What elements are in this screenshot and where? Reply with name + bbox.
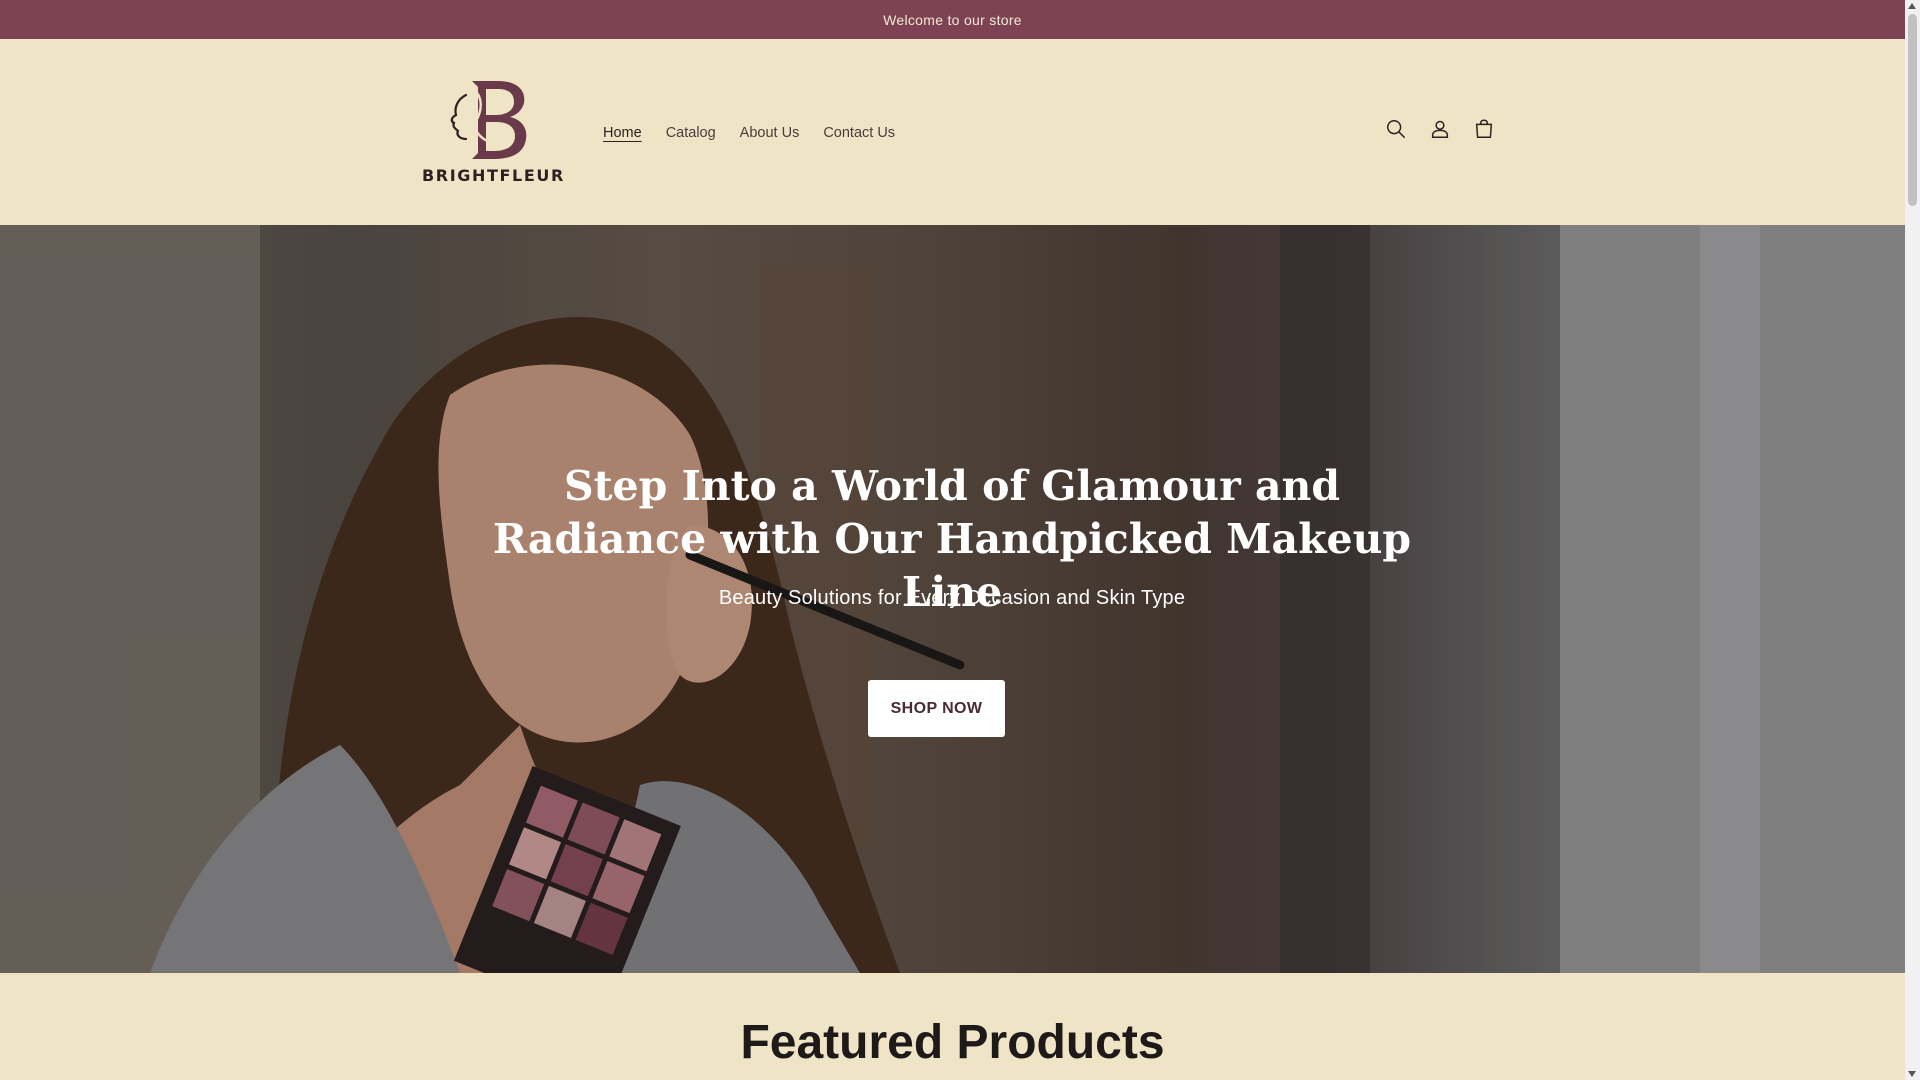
brand-logo[interactable]: BRIGHTFLEUR — [422, 77, 565, 185]
site-header: BRIGHTFLEUR Home Catalog About Us Contac… — [0, 39, 1905, 225]
nav-about-us[interactable]: About Us — [740, 125, 800, 141]
scroll-up-arrow-icon[interactable] — [1908, 3, 1916, 9]
featured-products-heading: Featured Products — [740, 1016, 1165, 1069]
announcement-bar: Welcome to our store — [0, 0, 1905, 39]
nav-home[interactable]: Home — [603, 125, 642, 141]
header-icons — [1380, 113, 1500, 145]
logo-mark-icon — [450, 81, 527, 159]
cart-icon — [1475, 119, 1493, 138]
nav-catalog[interactable]: Catalog — [666, 125, 716, 141]
page-scrollbar[interactable] — [1905, 0, 1920, 1080]
account-button[interactable] — [1424, 113, 1456, 145]
hero-banner: Step Into a World of Glamour and Radianc… — [0, 225, 1905, 973]
search-button[interactable] — [1380, 113, 1412, 145]
scroll-thumb[interactable] — [1908, 14, 1917, 206]
announcement-text: Welcome to our store — [883, 11, 1022, 28]
cart-button[interactable] — [1468, 113, 1500, 145]
main-nav: Home Catalog About Us Contact Us — [603, 121, 895, 145]
brand-name: BRIGHTFLEUR — [422, 166, 565, 185]
page: Welcome to our store BRIGHTFLEUR Home Ca… — [0, 0, 1905, 1080]
shop-now-button[interactable]: SHOP NOW — [868, 680, 1005, 737]
hero-subtitle: Beauty Solutions for Every Occasion and … — [718, 587, 1186, 609]
nav-contact-us[interactable]: Contact Us — [823, 125, 895, 141]
search-icon — [1387, 120, 1405, 138]
scroll-down-arrow-icon[interactable] — [1908, 1071, 1916, 1077]
account-icon — [1431, 120, 1449, 138]
